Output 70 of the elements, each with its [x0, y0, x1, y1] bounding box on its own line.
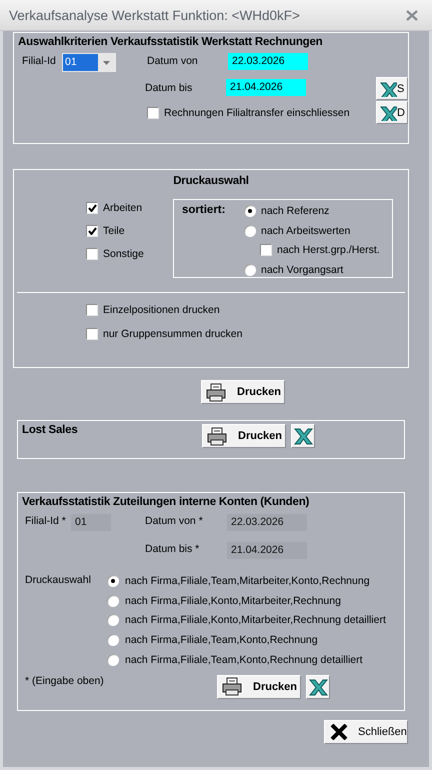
date-to-field[interactable]: 21.04.2026 [227, 542, 307, 559]
checkbox-label: Einzelpositionen drucken [103, 304, 220, 316]
checkmark-icon [88, 227, 96, 235]
x-logo-icon [380, 80, 397, 96]
printer-icon [206, 382, 226, 402]
sort-label: sortiert: [182, 204, 226, 218]
x-logo-icon [294, 427, 312, 445]
radio-label: nach Firma,Filiale,Konto,Mitarbeiter,Rechnung [125, 594, 341, 607]
footnote: * (Eingabe oben) [25, 674, 105, 687]
dropdown-arrow-icon[interactable] [103, 60, 110, 64]
excel-export-button[interactable]: S [376, 77, 408, 100]
excel-export-button[interactable] [306, 674, 330, 699]
radio-label: nach Vorgangsart [261, 264, 344, 276]
print-button[interactable]: Drucken [201, 380, 285, 404]
checkbox[interactable] [86, 202, 98, 214]
date-from-field[interactable]: 22.03.2026 [228, 53, 308, 70]
checkbox[interactable] [86, 328, 98, 340]
field-label: Datum bis * [145, 542, 200, 556]
group-title: Auswahlkriterien Verkaufsstatistik Werkstatt Rechnungen [18, 36, 324, 48]
checkbox-label: Rechnungen Filialtransfer einschliessen [164, 107, 350, 119]
window-title: Verkaufsanalyse Werkstatt Funktion: <WHd0kF> [9, 8, 300, 22]
close-button[interactable]: Schließen [324, 720, 408, 744]
checkbox[interactable] [86, 248, 98, 260]
close-icon[interactable] [406, 10, 418, 20]
group-title: Verkaufsstatistik Zuteilungen interne Konten (Kunden) [22, 496, 310, 508]
print-button[interactable]: Drucken [202, 424, 286, 448]
checkbox-label: Teile [103, 225, 125, 237]
radio-button[interactable] [244, 204, 256, 217]
field-label: Datum von * [145, 514, 204, 528]
radio-button[interactable] [107, 575, 119, 587]
checkbox[interactable] [260, 244, 272, 256]
x-logo-icon [380, 104, 397, 120]
x-icon [330, 724, 348, 740]
radio-label: nach Firma,Filiale,Team,Konto,Rechnung [125, 634, 318, 646]
excel-export-button[interactable] [291, 424, 315, 448]
printer-icon [207, 426, 227, 446]
checkbox[interactable] [86, 304, 98, 316]
checkbox[interactable] [147, 107, 159, 119]
x-logo-icon [308, 678, 328, 696]
radio-label: nach Arbeitswerten [261, 224, 350, 237]
radio-button[interactable] [107, 614, 119, 626]
checkbox[interactable] [86, 225, 98, 237]
checkbox-label: Sonstige [103, 248, 144, 260]
field-label: Druckauswahl [25, 574, 92, 588]
checkbox-label: nur Gruppensummen drucken [103, 328, 242, 340]
field-label: Datum von [147, 54, 199, 69]
radio-button[interactable] [107, 634, 119, 646]
radio-button[interactable] [107, 654, 119, 666]
printer-icon [222, 677, 242, 696]
radio-label: nach Firma,Filiale,Team,Konto,Rechnung detailliert [125, 654, 363, 666]
excel-export-button[interactable]: D [376, 101, 408, 124]
radio-button[interactable] [244, 264, 256, 276]
print-button[interactable]: Drucken [217, 674, 301, 699]
date-to-field[interactable]: 21.04.2026 [226, 79, 306, 96]
date-from-field[interactable]: 22.03.2026 [227, 514, 307, 531]
group-title: Lost Sales [22, 424, 79, 438]
group-title: Druckauswahl [172, 175, 250, 187]
checkmark-icon [88, 204, 96, 212]
radio-label: nach Firma,Filiale,Konto,Mitarbeiter,Rechnung detailliert [125, 614, 386, 626]
radio-button[interactable] [244, 224, 256, 237]
branch-field[interactable]: 01 [71, 514, 111, 531]
radio-button[interactable] [107, 594, 119, 607]
field-label: Filial-Id * [25, 514, 67, 528]
field-label: Filial-Id [22, 54, 57, 69]
radio-label: nach Firma,Filiale,Team,Mitarbeiter,Konto,Rechnung [125, 575, 370, 587]
checkbox-label: Arbeiten [103, 202, 142, 214]
branch-dropdown[interactable]: 01 [62, 53, 116, 72]
field-label: Datum bis [145, 82, 194, 94]
checkbox-label: nach Herst.grp./Herst. [277, 244, 380, 256]
radio-label: nach Referenz [261, 204, 330, 217]
